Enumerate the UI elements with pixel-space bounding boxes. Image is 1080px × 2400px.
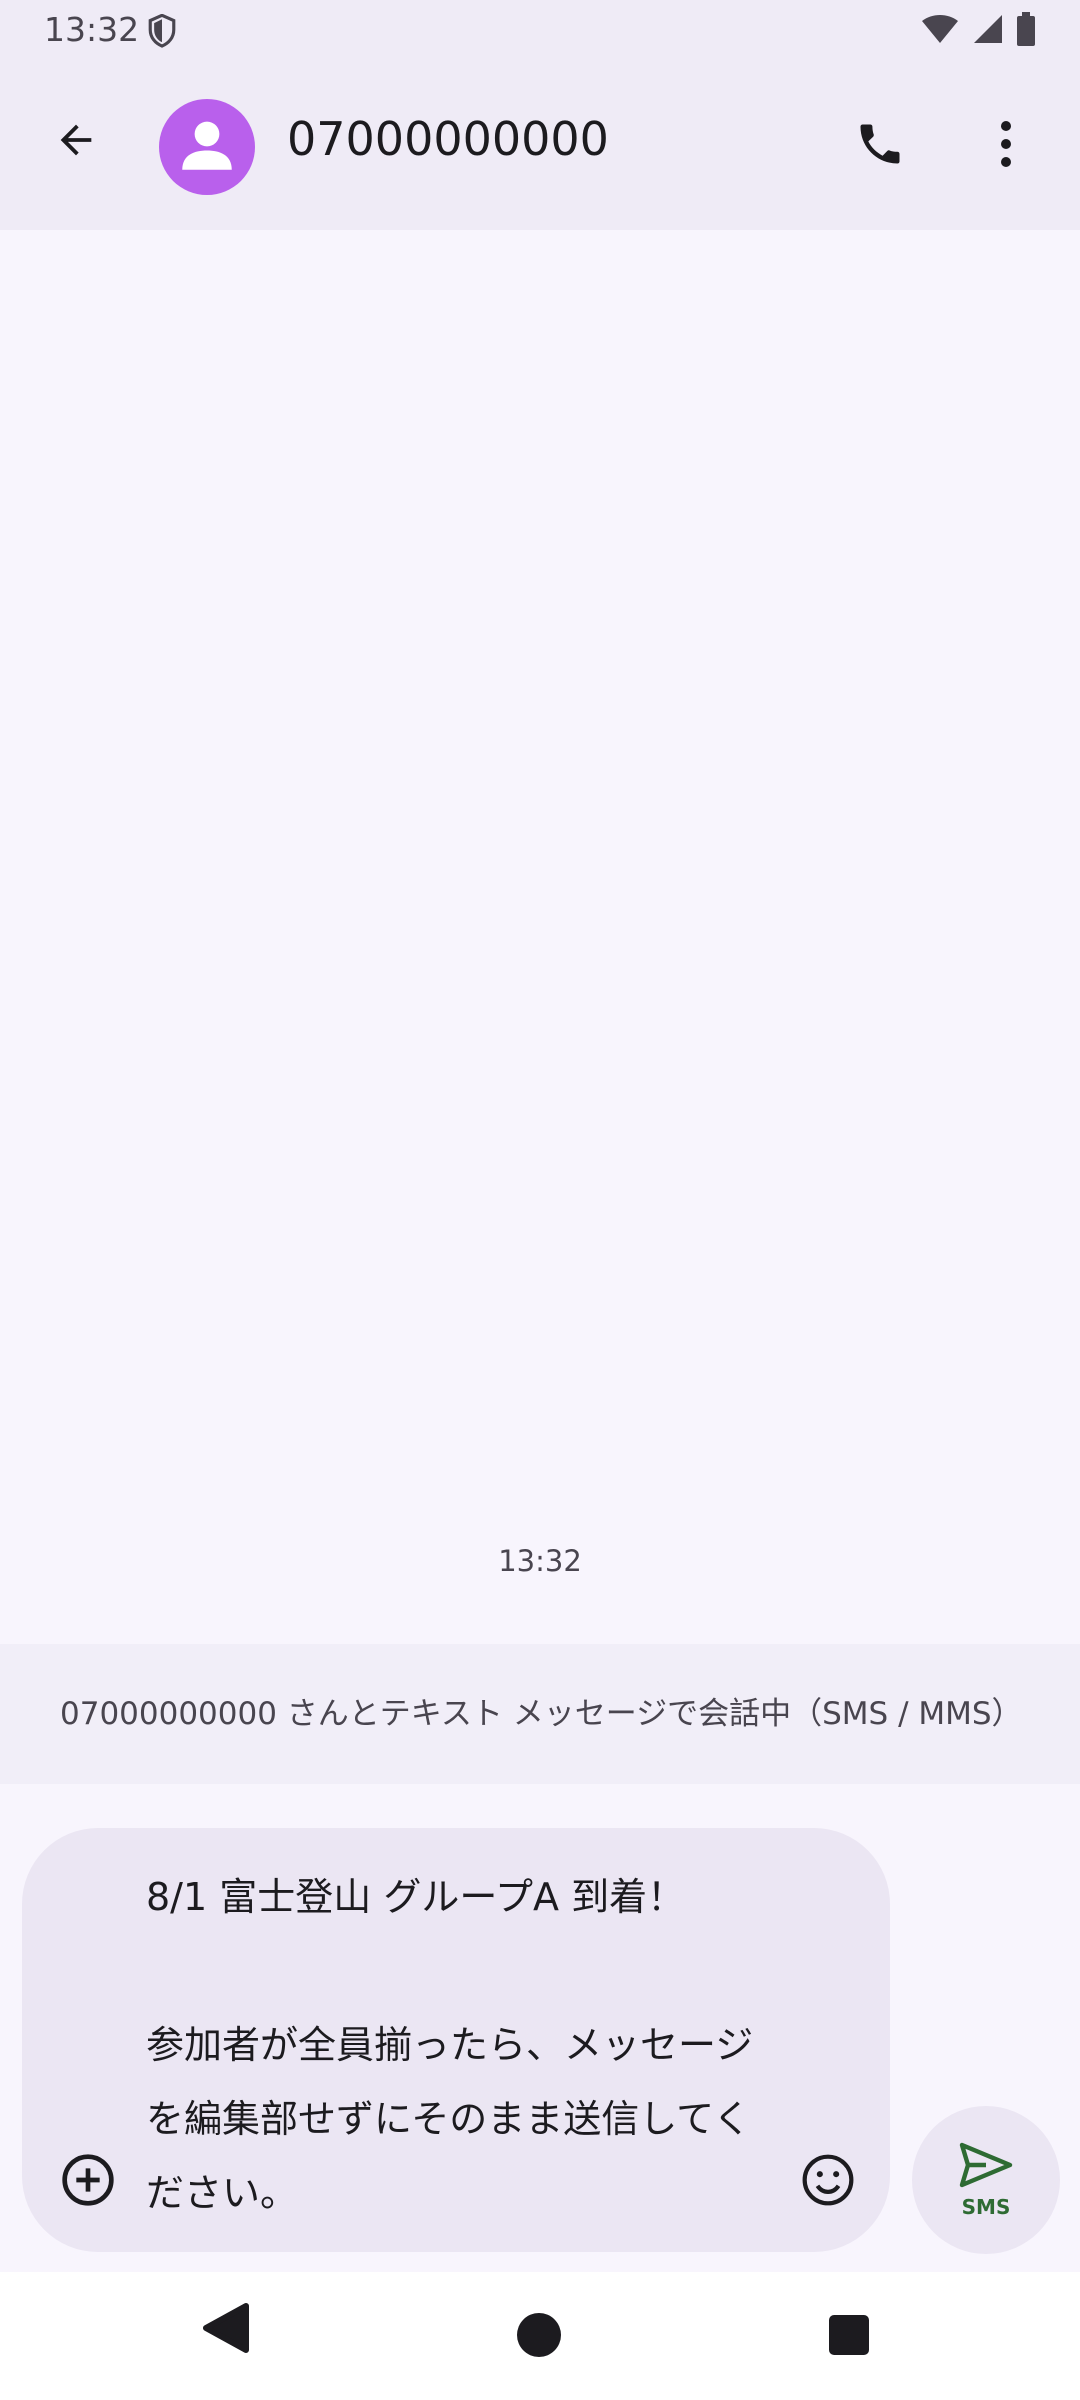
- nav-home-icon[interactable]: [516, 2312, 562, 2362]
- person-icon: [174, 112, 240, 182]
- sms-info-banner: 07000000000 さんとテキスト メッセージで会話中（SMS / MMS）: [0, 1644, 1080, 1784]
- app-bar: 07000000000: [0, 62, 1080, 230]
- signal-icon: [972, 13, 1004, 49]
- phone-icon: [854, 118, 906, 174]
- nav-recents-icon[interactable]: [828, 2314, 870, 2360]
- emoji-icon: [800, 2152, 856, 2212]
- back-arrow-icon: [53, 117, 99, 167]
- battery-icon: [1016, 12, 1036, 50]
- conversation-area[interactable]: [0, 230, 1080, 1644]
- send-label: SMS: [961, 2195, 1011, 2219]
- emoji-button[interactable]: [792, 2146, 864, 2218]
- back-button[interactable]: [40, 106, 112, 178]
- send-icon: [958, 2141, 1014, 2193]
- sms-info-text: 07000000000 さんとテキスト メッセージで会話中（SMS / MMS）: [60, 1696, 1023, 1732]
- wifi-icon: [920, 13, 960, 49]
- call-button[interactable]: [842, 108, 918, 184]
- send-button[interactable]: SMS: [912, 2106, 1060, 2254]
- navigation-bar: [0, 2272, 1080, 2400]
- attach-button[interactable]: [52, 2146, 124, 2218]
- status-time: 13:32: [44, 10, 140, 49]
- add-circle-icon: [60, 2152, 116, 2212]
- shield-icon: [146, 13, 178, 52]
- contact-title[interactable]: 07000000000: [287, 112, 609, 166]
- message-timestamp: 13:32: [498, 1544, 582, 1578]
- more-options-button[interactable]: [968, 108, 1044, 184]
- avatar[interactable]: [159, 99, 255, 195]
- status-bar: 13:32: [0, 0, 1080, 62]
- message-input[interactable]: 8/1 富士登山 グループA 到着！ 参加者が全員揃ったら、メッセージを編集部せ…: [146, 1860, 766, 2240]
- more-vert-icon: [1000, 120, 1012, 172]
- nav-back-icon[interactable]: [202, 2302, 250, 2358]
- message-composer: 8/1 富士登山 グループA 到着！ 参加者が全員揃ったら、メッセージを編集部せ…: [22, 1828, 890, 2252]
